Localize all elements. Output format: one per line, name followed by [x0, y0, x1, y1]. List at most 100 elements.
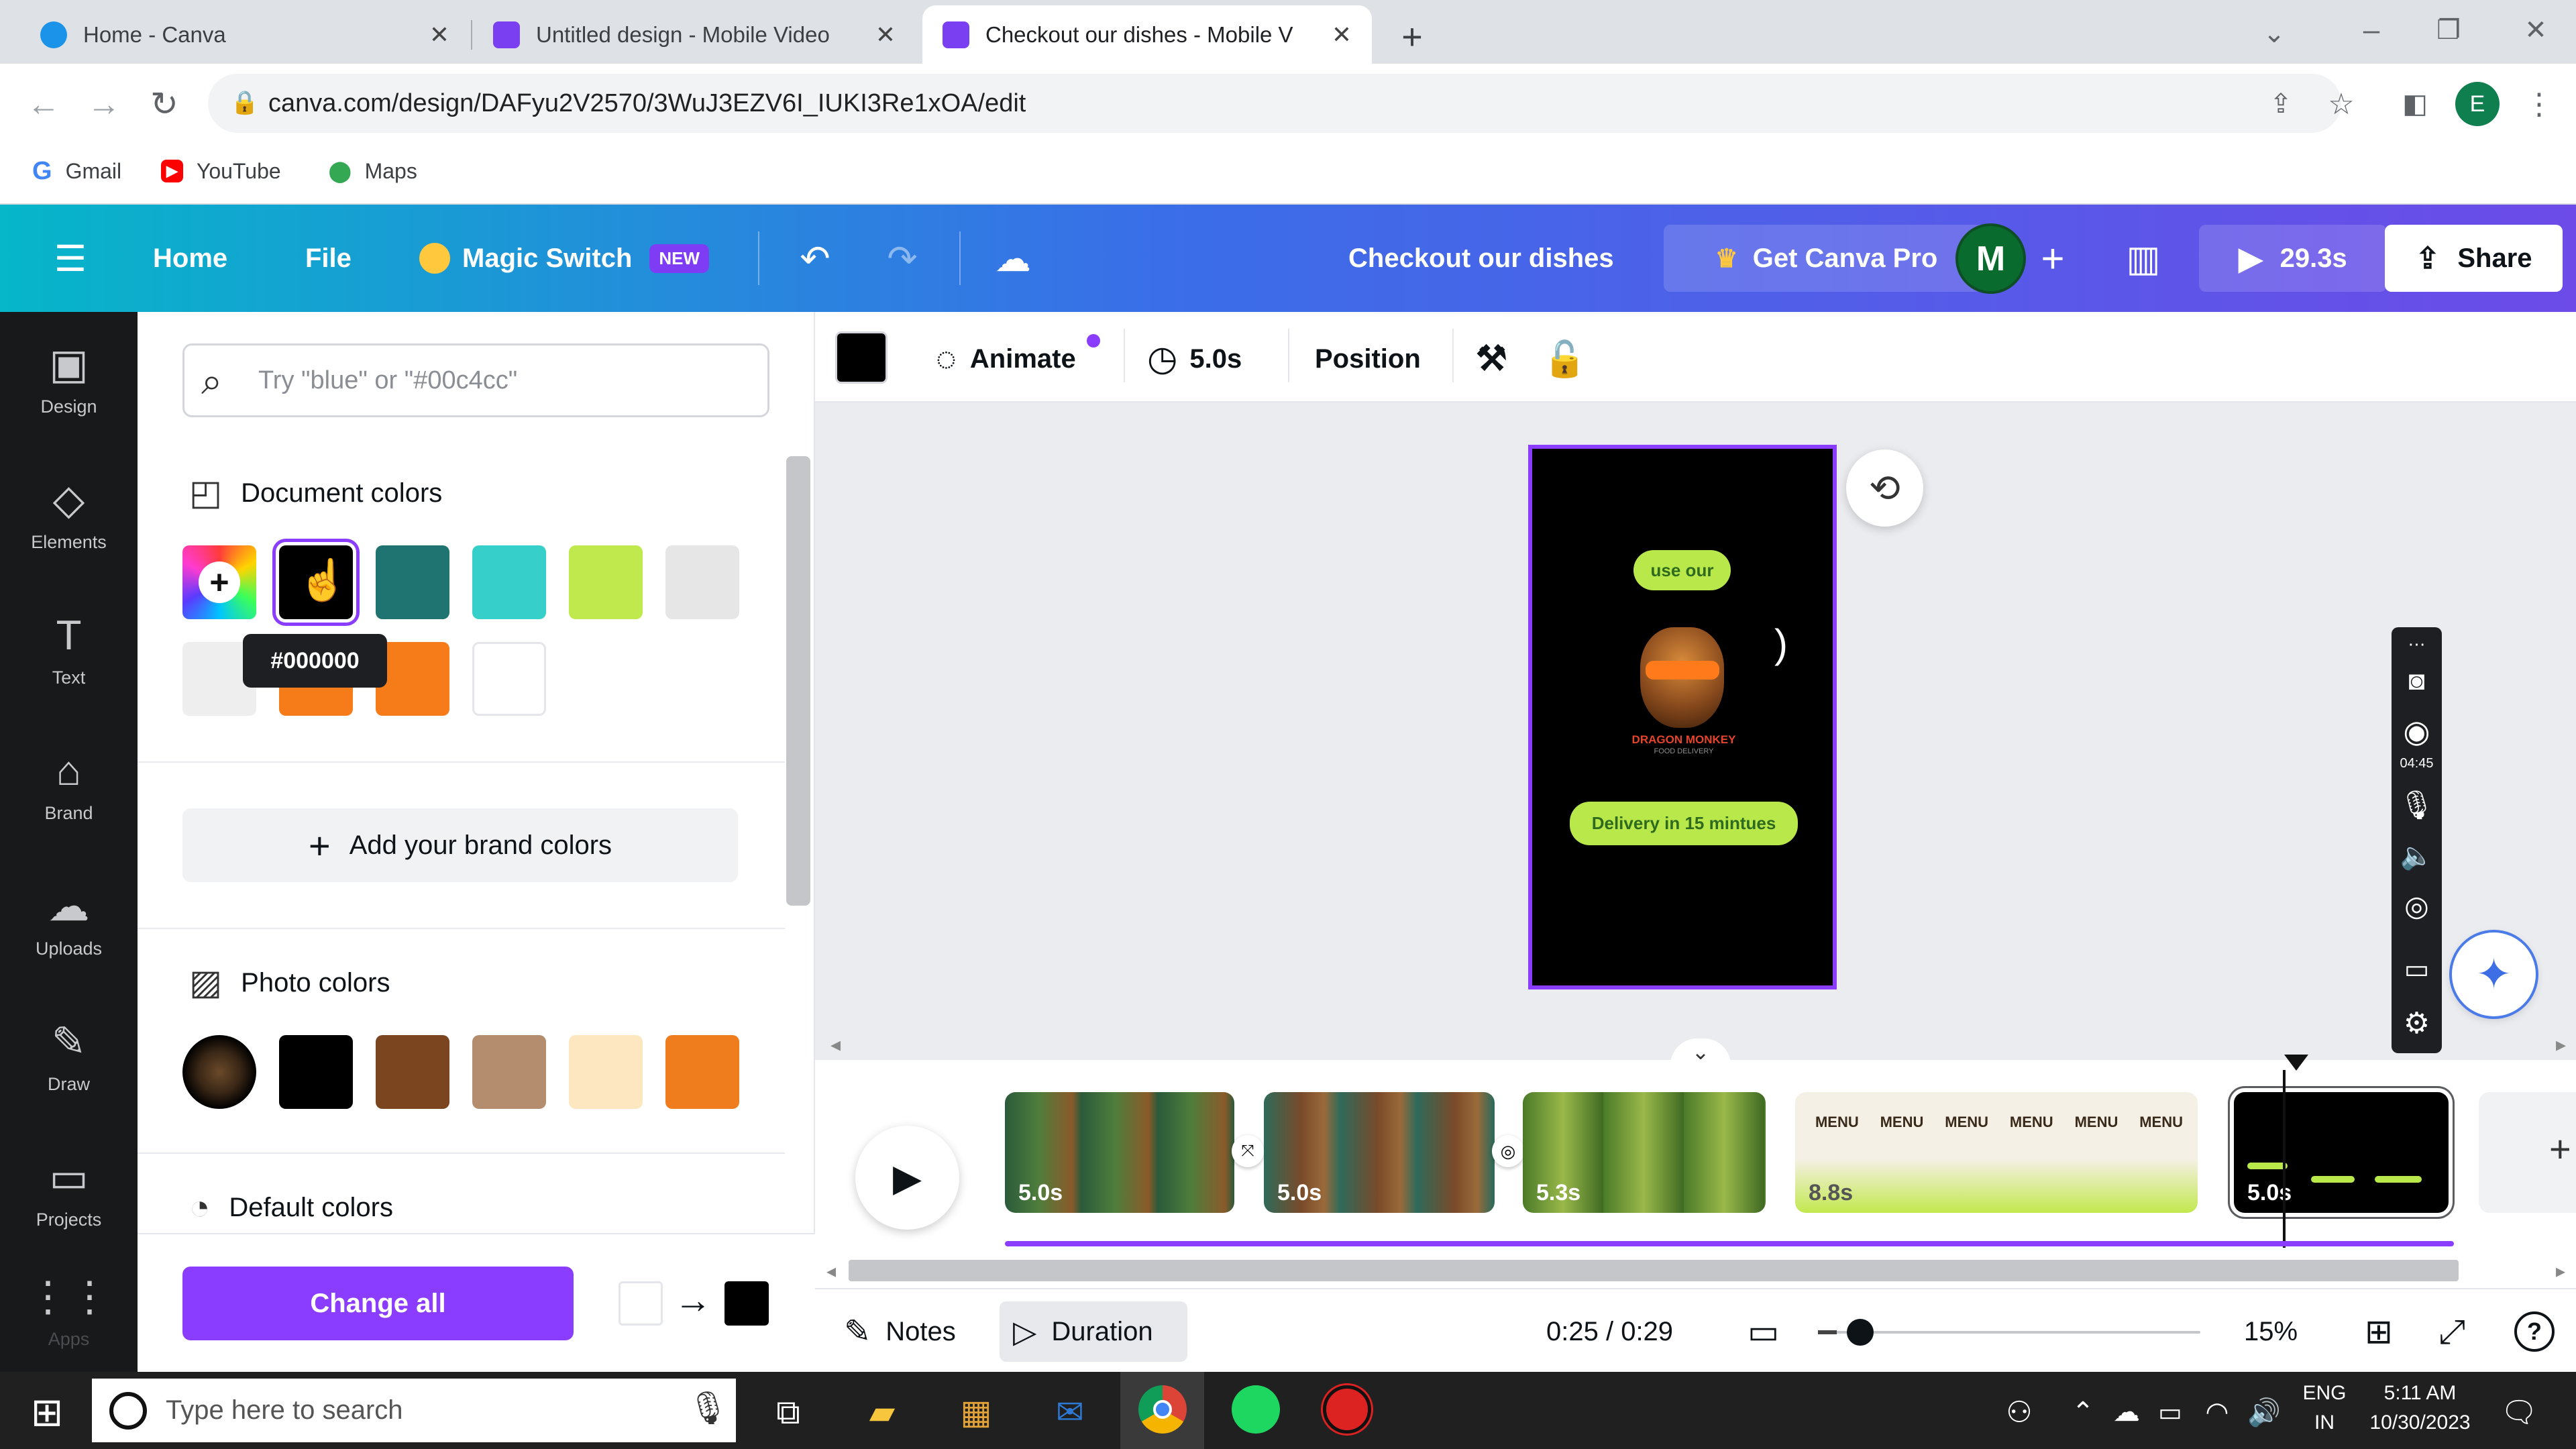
add-color-swatch[interactable]: +	[182, 545, 256, 619]
position-button[interactable]: Position	[1315, 339, 1421, 379]
photo-color-swatch[interactable]	[279, 1035, 353, 1109]
animate-button[interactable]: ◌ Animate	[936, 339, 1076, 379]
speaker-icon[interactable]: 🔈	[2392, 835, 2442, 875]
color-swatch[interactable]	[472, 642, 546, 716]
recorder-app-icon[interactable]	[1323, 1385, 1371, 1434]
duration-button[interactable]: ◷ 5.0s	[1147, 339, 1242, 379]
photo-color-swatch[interactable]	[569, 1035, 643, 1109]
tab-untitled-design[interactable]: Untitled design - Mobile Video ✕	[473, 5, 916, 64]
bookmark-maps[interactable]: ⬤ Maps	[329, 154, 417, 188]
photo-thumbnail[interactable]	[182, 1035, 256, 1109]
help-icon[interactable]: ?	[2514, 1311, 2555, 1352]
address-bar[interactable]: canva.com/design/DAFyu2V2570/3WuJ3EZV6I_…	[208, 74, 2341, 133]
color-swatch[interactable]	[569, 545, 643, 619]
share-button[interactable]: ⇪ Share	[2385, 225, 2563, 292]
bookmark-star-icon[interactable]: ☆	[2318, 84, 2365, 124]
record-icon[interactable]: ◉	[2392, 711, 2442, 751]
zoom-slider-track[interactable]	[1825, 1331, 2200, 1334]
file-menu[interactable]: File	[305, 238, 352, 278]
microphone-search-icon[interactable]: 🎙	[688, 1389, 729, 1427]
use-our-pill[interactable]: use our	[1633, 550, 1731, 590]
store-icon[interactable]: ▦	[949, 1385, 1003, 1439]
settings-gear-icon[interactable]: ⚙	[2392, 1003, 2442, 1043]
rail-item-design[interactable]: ▣ Design	[0, 322, 138, 436]
pages-grid-icon[interactable]: ⊞	[2365, 1308, 2393, 1355]
windows-start-icon[interactable]: ⊞	[20, 1385, 74, 1439]
rail-item-elements[interactable]: ◇ Elements	[0, 458, 138, 572]
bookmark-gmail[interactable]: G Gmail	[32, 154, 121, 188]
onedrive-icon[interactable]: ☁	[2106, 1389, 2147, 1436]
photo-color-swatch[interactable]	[472, 1035, 546, 1109]
spotify-icon[interactable]	[1232, 1385, 1280, 1434]
redo-icon[interactable]: ↷	[875, 235, 929, 282]
rail-item-projects[interactable]: ▭ Projects	[0, 1135, 138, 1249]
timeline-scroll-right-icon[interactable]: ▸	[2556, 1260, 2565, 1282]
reload-icon[interactable]: ↻	[141, 80, 188, 127]
insights-chart-icon[interactable]: ▥	[2120, 235, 2167, 282]
change-all-button[interactable]: Change all	[182, 1267, 574, 1340]
add-collaborator-icon[interactable]: +	[2029, 235, 2076, 282]
tab-checkout-dishes[interactable]: Checkout our dishes - Mobile V ✕	[922, 5, 1372, 64]
microphone-icon[interactable]: 🎙	[2392, 785, 2442, 825]
color-swatch[interactable]	[376, 545, 449, 619]
webcam-icon[interactable]: ◎	[2392, 885, 2442, 926]
user-avatar[interactable]: M	[1955, 223, 2026, 294]
tab-home-canva[interactable]: Home - Canva ✕	[20, 5, 470, 64]
people-icon[interactable]: ⚇	[1996, 1389, 2043, 1436]
notes-button[interactable]: ✎ Notes	[844, 1311, 956, 1352]
tray-chevron-icon[interactable]: ⌃	[2063, 1389, 2103, 1436]
clock[interactable]: 5:11 AM 10/30/2023	[2361, 1379, 2479, 1438]
fullscreen-icon[interactable]: ⤢	[2438, 1308, 2465, 1355]
hamburger-menu-icon[interactable]: ☰	[44, 231, 97, 285]
rail-item-draw[interactable]: ✎ Draw	[0, 1000, 138, 1114]
scroll-left-icon[interactable]: ◂	[830, 1033, 841, 1057]
cloud-save-icon[interactable]: ☁	[986, 235, 1040, 282]
comment-add-icon[interactable]: ⟲	[1846, 449, 1923, 527]
transition-icon[interactable]: ◎	[1492, 1135, 1524, 1167]
notifications-icon[interactable]: 🗨	[2496, 1389, 2542, 1436]
timeline-clip[interactable]: 5.3s	[1523, 1092, 1766, 1213]
home-menu[interactable]: Home	[153, 238, 227, 278]
task-view-icon[interactable]: ⧉	[761, 1385, 815, 1439]
color-swatch-black-selected[interactable]: ☝	[279, 545, 353, 619]
magic-assistant-icon[interactable]: ✦	[2452, 932, 2536, 1016]
add-page-plus-icon[interactable]: +	[2549, 1127, 2571, 1171]
close-tab-icon[interactable]: ✕	[1332, 21, 1352, 49]
forward-arrow-icon[interactable]: →	[80, 80, 127, 127]
volume-icon[interactable]: 🔊	[2244, 1389, 2284, 1436]
add-brand-colors-button[interactable]: + Add your brand colors	[182, 808, 738, 882]
zoom-slider-thumb[interactable]	[1847, 1319, 1874, 1346]
grid-view-toggle-icon[interactable]: ▭	[1748, 1308, 1779, 1355]
timeline-clip[interactable]: 5.0s	[1005, 1092, 1234, 1213]
mail-icon[interactable]: ✉	[1043, 1385, 1097, 1439]
undo-icon[interactable]: ↶	[788, 235, 842, 282]
rail-item-brand[interactable]: ⌂ Brand	[0, 729, 138, 843]
camera-icon[interactable]: ◙	[2392, 661, 2442, 701]
rail-item-text[interactable]: T Text	[0, 593, 138, 707]
color-search-input[interactable]: Try "blue" or "#00c4cc"	[182, 343, 769, 417]
rail-item-apps[interactable]: ⋮⋮ Apps	[0, 1261, 138, 1362]
color-swatch[interactable]	[665, 545, 739, 619]
design-title[interactable]: Checkout our dishes	[1348, 238, 1614, 278]
screen-icon[interactable]: ▭	[2392, 949, 2442, 989]
duration-footer-button[interactable]: ▷ Duration	[1000, 1301, 1187, 1362]
close-tab-icon[interactable]: ✕	[429, 21, 449, 49]
timeline-play-button[interactable]: ▶	[855, 1126, 959, 1230]
lock-icon[interactable]: 🔓	[1543, 335, 1587, 382]
present-button[interactable]: ▶ 29.3s	[2199, 225, 2387, 292]
color-swatch[interactable]	[472, 545, 546, 619]
playhead-marker[interactable]	[2284, 1055, 2308, 1071]
rail-item-uploads[interactable]: ☁ Uploads	[0, 864, 138, 978]
taskbar-search-input[interactable]: Type here to search	[92, 1379, 736, 1442]
scroll-right-icon[interactable]: ▸	[2556, 1033, 2566, 1057]
battery-icon[interactable]: ▭	[2150, 1389, 2190, 1436]
recorder-grip-icon[interactable]: ⋯	[2392, 634, 2442, 654]
language-indicator[interactable]: ENG IN	[2294, 1379, 2355, 1438]
timeline-clip[interactable]: 5.0s	[1264, 1092, 1495, 1213]
magic-switch-button[interactable]: Magic Switch NEW	[419, 238, 710, 278]
lock-icon[interactable]: 🔒	[228, 86, 262, 119]
timeline-clip-selected[interactable]: 5.0s	[2234, 1092, 2449, 1213]
tab-search-chevron-icon[interactable]: ⌄	[2251, 13, 2298, 54]
timeline-scrollbar[interactable]	[849, 1260, 2459, 1281]
file-explorer-icon[interactable]: ▰	[855, 1385, 909, 1439]
